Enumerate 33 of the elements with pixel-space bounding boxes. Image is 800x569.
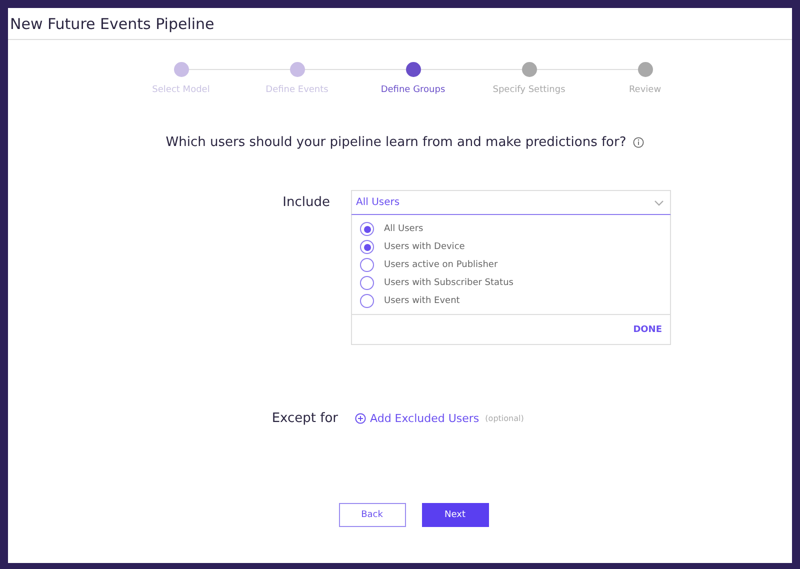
include-label: Include bbox=[282, 195, 330, 212]
option-label[interactable]: Users with Device bbox=[384, 242, 465, 252]
step-label: Define Groups bbox=[380, 85, 446, 95]
add-icon[interactable] bbox=[355, 413, 366, 424]
done-button[interactable]: DONE bbox=[633, 324, 662, 334]
include-dropdown[interactable]: All Users bbox=[351, 190, 671, 215]
info-icon[interactable] bbox=[633, 137, 644, 148]
step-label: Specify Settings bbox=[492, 85, 566, 95]
back-button[interactable]: Back bbox=[338, 503, 406, 527]
radio-button[interactable] bbox=[360, 240, 374, 254]
next-button[interactable]: Next bbox=[422, 503, 488, 527]
step-dot[interactable] bbox=[522, 62, 536, 77]
question-text: Which users should your pipeline learn from and make predictions for? bbox=[166, 135, 626, 150]
option-label[interactable]: Users with Subscriber Status bbox=[384, 278, 514, 288]
step-label: Select Model bbox=[152, 85, 210, 95]
step-dot[interactable] bbox=[638, 62, 652, 77]
option-label[interactable]: Users with Event bbox=[384, 296, 460, 306]
radio-button[interactable] bbox=[360, 276, 374, 290]
add-excluded-link[interactable]: Add Excluded Users bbox=[370, 412, 480, 425]
step-dot[interactable] bbox=[290, 62, 304, 77]
step-dot[interactable] bbox=[406, 62, 420, 77]
radio-button[interactable] bbox=[360, 258, 374, 272]
except-label: Except for bbox=[270, 411, 338, 426]
step-label: Review bbox=[628, 85, 662, 95]
option-label[interactable]: Users active on Publisher bbox=[384, 260, 498, 270]
radio-button[interactable] bbox=[360, 294, 374, 308]
chevron-icon bbox=[654, 200, 664, 206]
option-label[interactable]: All Users bbox=[384, 224, 424, 234]
step-label: Define Events bbox=[266, 85, 328, 95]
radio-button[interactable] bbox=[360, 222, 374, 236]
optional-hint: (optional) bbox=[485, 414, 524, 423]
step-dot[interactable] bbox=[174, 62, 188, 77]
window-title: New Future Events Pipeline bbox=[10, 14, 214, 32]
